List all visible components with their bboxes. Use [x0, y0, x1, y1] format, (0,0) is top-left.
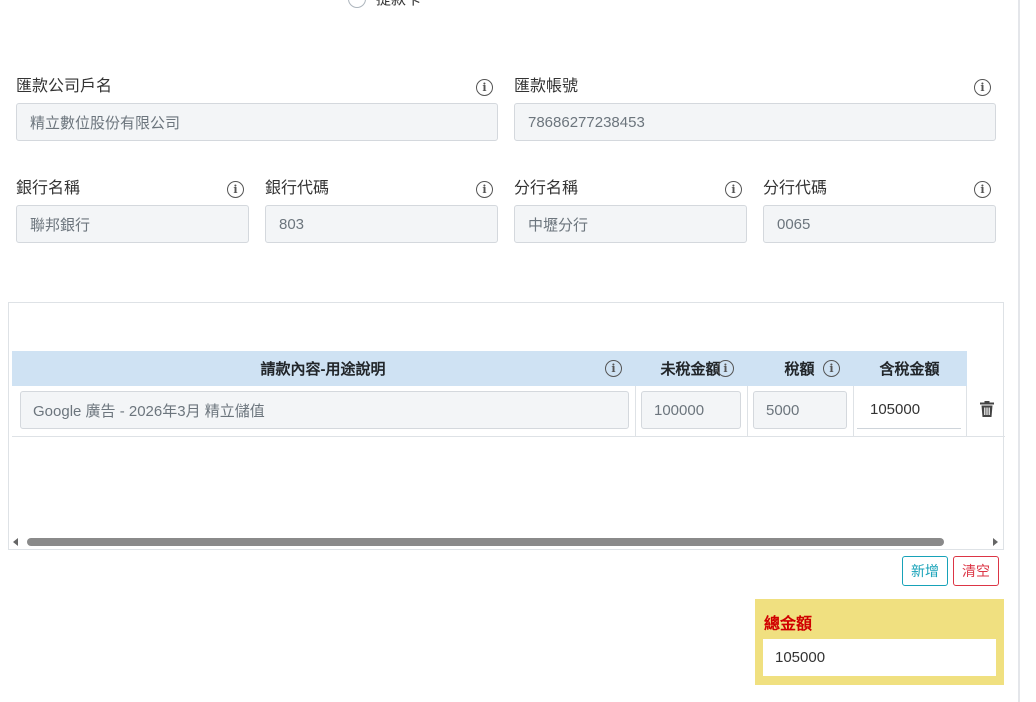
column-header-total-label: 含稅金額 — [879, 361, 940, 378]
column-divider — [747, 386, 748, 436]
table-row: Google 廣告 - 2026年3月 精立儲值 100000 5000 105… — [12, 386, 1005, 437]
caret-right-icon[interactable] — [993, 538, 998, 546]
info-circle-icon[interactable]: i — [725, 181, 742, 198]
info-circle-icon[interactable]: i — [476, 79, 493, 96]
add-row-button[interactable]: 新增 — [902, 556, 948, 586]
radio-label: 提款卡 — [376, 0, 421, 9]
column-header-description: 請款內容-用途說明 — [12, 351, 634, 386]
table-header: 請款內容-用途說明 i 未稅金額 i 稅額 i 含稅金額 — [12, 351, 967, 386]
payment-type-radio[interactable]: 提款卡 — [348, 0, 421, 9]
clear-button[interactable]: 清空 — [953, 556, 999, 586]
info-circle-icon[interactable]: i — [974, 181, 991, 198]
caret-left-icon[interactable] — [13, 538, 18, 546]
scrollbar-thumb[interactable] — [27, 538, 944, 546]
column-header-tax-label: 稅額 — [784, 361, 815, 378]
column-divider — [966, 386, 967, 436]
info-circle-icon[interactable]: i — [605, 360, 622, 377]
info-circle-icon[interactable]: i — [227, 181, 244, 198]
account-number-label: 匯款帳號 — [514, 78, 579, 95]
info-circle-icon[interactable]: i — [717, 360, 734, 377]
page-right-border — [1018, 0, 1020, 702]
radio-circle[interactable] — [348, 0, 366, 8]
column-header-pre-tax-label: 未稅金額 — [660, 361, 721, 378]
invoice-items-table: 請款內容-用途說明 i 未稅金額 i 稅額 i 含稅金額 Google 廣告 -… — [8, 302, 1005, 550]
info-circle-icon[interactable]: i — [476, 181, 493, 198]
branch-code-input[interactable]: 0065 — [763, 205, 996, 243]
row-tax-input[interactable]: 5000 — [753, 391, 847, 429]
info-circle-icon[interactable]: i — [823, 360, 840, 377]
branch-name-input[interactable]: 中壢分行 — [514, 205, 747, 243]
total-amount-input[interactable]: 105000 — [763, 639, 996, 676]
trash-icon[interactable] — [980, 401, 994, 417]
bank-code-input[interactable]: 803 — [265, 205, 498, 243]
company-name-label: 匯款公司戶名 — [16, 78, 113, 95]
row-pre-tax-input[interactable]: 100000 — [641, 391, 741, 429]
bank-code-field: 銀行代碼 i 803 — [265, 179, 498, 246]
company-name-input[interactable]: 精立數位股份有限公司 — [16, 103, 498, 141]
account-number-input[interactable]: 78686277238453 — [514, 103, 996, 141]
horizontal-scrollbar[interactable] — [9, 535, 1003, 549]
column-header-description-label: 請款內容-用途說明 — [260, 361, 386, 378]
row-description-input[interactable]: Google 廣告 - 2026年3月 精立儲值 — [20, 391, 629, 429]
bank-name-label: 銀行名稱 — [16, 180, 81, 197]
account-number-field: 匯款帳號 i 78686277238453 — [514, 77, 996, 144]
column-divider — [853, 386, 854, 436]
bank-name-field: 銀行名稱 i 聯邦銀行 — [16, 179, 249, 246]
column-header-total: 含稅金額 — [853, 351, 966, 386]
branch-name-label: 分行名稱 — [514, 180, 579, 197]
bank-code-label: 銀行代碼 — [265, 180, 330, 197]
row-total-input[interactable]: 105000 — [857, 391, 961, 429]
total-amount-panel: 總金額 105000 — [755, 599, 1004, 685]
company-name-field: 匯款公司戶名 i 精立數位股份有限公司 — [16, 77, 498, 144]
branch-code-field: 分行代碼 i 0065 — [763, 179, 996, 246]
branch-name-field: 分行名稱 i 中壢分行 — [514, 179, 747, 246]
total-amount-label: 總金額 — [764, 616, 813, 633]
bank-name-input[interactable]: 聯邦銀行 — [16, 205, 249, 243]
info-circle-icon[interactable]: i — [974, 79, 991, 96]
column-divider — [635, 386, 636, 436]
branch-code-label: 分行代碼 — [763, 180, 828, 197]
